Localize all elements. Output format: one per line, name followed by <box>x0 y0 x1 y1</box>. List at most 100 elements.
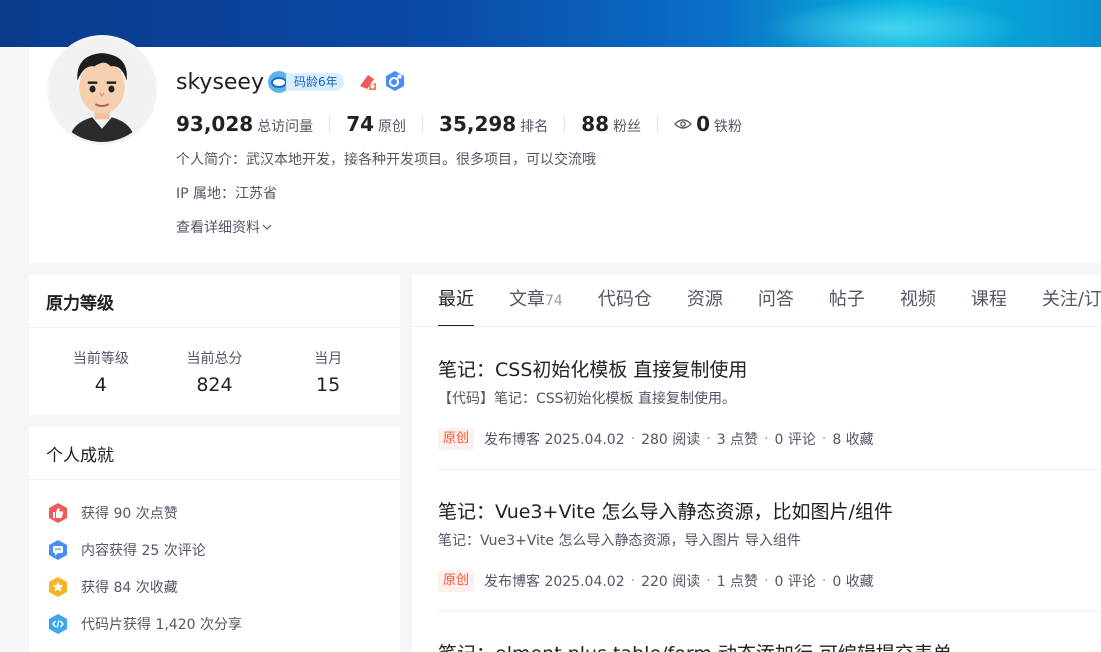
article-likes: 3 点赞 <box>716 432 759 448</box>
original-tag: 原创 <box>438 428 475 450</box>
view-details-link[interactable]: 查看详细资料 <box>176 217 272 237</box>
article-title[interactable]: 笔记：CSS初始化模板 直接复制使用 <box>438 355 1101 382</box>
star-icon <box>49 576 67 597</box>
tab-follow-label: 关注/订阅 <box>1041 289 1101 310</box>
stat-iron-fans-label: 铁粉 <box>713 119 742 135</box>
article-description: 【代码】笔记：CSS初始化模板 直接复制使用。 <box>438 391 736 407</box>
stat-original[interactable]: 74 原创 <box>346 112 406 136</box>
view-details-label: 查看详细资料 <box>176 220 260 236</box>
gender-male-icon <box>386 71 404 91</box>
achievement-item: 内容获得 25 次评论 <box>47 531 400 568</box>
achievement-item: 获得 90 次点赞 <box>47 494 400 531</box>
tab-resources-label: 资源 <box>686 289 723 310</box>
article-item[interactable]: 笔记：elment plus table/form 动态添加行 可编辑提交表单 <box>438 639 1101 652</box>
achievement-likes-text: 获得 90 次点赞 <box>81 505 178 522</box>
level-panel: 原力等级 当前等级 4 当前总分 824 当月 15 <box>29 275 400 415</box>
article-title[interactable]: 笔记：Vue3+Vite 怎么导入静态资源，比如图片/组件 <box>438 497 1101 524</box>
content-tabs: 最近 文章74 代码仓 资源 问答 帖子 视频 课程 关注/订阅 <box>412 275 1101 327</box>
code-age-badge[interactable]: 码龄6年 <box>268 71 344 93</box>
stat-rank[interactable]: 35,298 排名 <box>439 112 548 136</box>
achievement-item: 获得 84 次收藏 <box>47 568 400 605</box>
avatar[interactable] <box>47 35 157 145</box>
ip-location: IP 属地：江苏省 <box>176 186 278 202</box>
stat-iron-fans-number: 0 <box>696 112 710 136</box>
tab-videos-label: 视频 <box>899 289 936 310</box>
tab-articles[interactable]: 文章74 <box>509 275 563 326</box>
stat-divider <box>422 116 424 132</box>
tab-qa-label: 问答 <box>757 289 794 310</box>
achievements-panel: 个人成就 获得 90 次点赞 内容获得 25 次评论 获得 84 次收藏 代码片… <box>29 427 400 652</box>
article-date: 发布博客 2025.04.02 <box>484 432 625 448</box>
tab-articles-label: 文章 <box>509 289 545 310</box>
stat-visits-number: 93,028 <box>176 112 254 136</box>
article-date: 发布博客 2025.04.02 <box>484 574 625 590</box>
tab-courses-label: 课程 <box>970 289 1007 310</box>
stat-divider <box>564 116 566 132</box>
achievement-favorites-text: 获得 84 次收藏 <box>81 579 178 596</box>
article-title[interactable]: 笔记：elment plus table/form 动态添加行 可编辑提交表单 <box>438 639 1101 652</box>
level-month: 当月 15 <box>278 348 378 396</box>
article-reads: 220 阅读 <box>641 574 701 590</box>
tab-code-repo[interactable]: 代码仓 <box>598 275 652 326</box>
profile-stats: 93,028 总访问量 74 原创 35,298 排名 88 粉丝 0 铁粉 <box>176 112 742 136</box>
tab-follow[interactable]: 关注/订阅 <box>1042 275 1101 326</box>
top-banner <box>0 0 1101 47</box>
level-current-value: 4 <box>94 374 107 396</box>
original-tag: 原创 <box>438 570 475 592</box>
stat-visits[interactable]: 93,028 总访问量 <box>176 112 313 136</box>
stat-original-label: 原创 <box>378 119 407 135</box>
stat-fans-label: 粉丝 <box>613 119 642 135</box>
chevron-down-icon <box>262 224 272 230</box>
article-likes: 1 点赞 <box>716 574 759 590</box>
profile-bio: 个人简介：武汉本地开发，接各种开发项目。很多项目，可以交流哦 <box>176 152 596 168</box>
thumbs-up-icon <box>49 502 67 523</box>
article-meta: 原创 发布博客 2025.04.02 · 280 阅读 · 3 点赞 · 0 评论 · … <box>438 428 1101 450</box>
level-panel-title: 原力等级 <box>29 275 400 328</box>
tab-resources[interactable]: 资源 <box>687 275 723 326</box>
comment-icon <box>49 539 67 560</box>
code-age-label: 码龄6年 <box>286 73 344 91</box>
level-current-label: 当前等级 <box>72 351 129 367</box>
content-panel: 最近 文章74 代码仓 资源 问答 帖子 视频 课程 关注/订阅 笔记：CSS初… <box>412 275 1101 652</box>
achievement-item: 代码片获得 1,420 次分享 <box>47 605 400 642</box>
tab-courses[interactable]: 课程 <box>971 275 1007 326</box>
stat-fans-number: 88 <box>581 112 610 136</box>
achievement-shares-text: 代码片获得 1,420 次分享 <box>81 616 242 633</box>
article-favorites: 0 收藏 <box>832 574 874 590</box>
stat-fans[interactable]: 88 粉丝 <box>581 112 641 136</box>
tab-recent[interactable]: 最近 <box>438 275 474 326</box>
article-comments: 0 评论 <box>774 432 816 448</box>
level-month-value: 15 <box>316 374 341 396</box>
tab-code-repo-label: 代码仓 <box>597 289 652 310</box>
stat-visits-label: 总访问量 <box>257 119 314 135</box>
level-total-score: 当前总分 824 <box>164 348 264 396</box>
tab-recent-label: 最近 <box>438 289 474 310</box>
eye-icon <box>674 119 692 129</box>
tab-qa[interactable]: 问答 <box>758 275 794 326</box>
level-current: 当前等级 4 <box>51 348 151 396</box>
username: skyseey <box>176 70 264 95</box>
stat-original-number: 74 <box>346 112 375 136</box>
tab-posts[interactable]: 帖子 <box>829 275 865 326</box>
achievement-comments-text: 内容获得 25 次评论 <box>81 542 206 559</box>
article-description: 笔记：Vue3+Vite 怎么导入静态资源，导入图片 导入组件 <box>438 533 801 549</box>
level-month-label: 当月 <box>314 351 343 367</box>
code-icon <box>49 613 67 634</box>
tab-articles-count: 74 <box>545 293 563 309</box>
article-reads: 280 阅读 <box>641 432 701 448</box>
article-meta: 原创 发布博客 2025.04.02 · 220 阅读 · 1 点赞 · 0 评论 · … <box>438 570 1101 592</box>
stat-rank-label: 排名 <box>520 119 549 135</box>
article-item[interactable]: 笔记：Vue3+Vite 怎么导入静态资源，比如图片/组件 笔记：Vue3+Vi… <box>438 497 1101 612</box>
article-item[interactable]: 笔记：CSS初始化模板 直接复制使用 【代码】笔记：CSS初始化模板 直接复制使… <box>438 355 1101 470</box>
tab-videos[interactable]: 视频 <box>900 275 936 326</box>
stat-divider <box>329 116 331 132</box>
stat-divider <box>657 116 659 132</box>
stat-rank-number: 35,298 <box>439 112 517 136</box>
achievements-title: 个人成就 <box>29 427 400 480</box>
level-total-label: 当前总分 <box>186 351 243 367</box>
article-favorites: 8 收藏 <box>832 432 874 448</box>
article-comments: 0 评论 <box>774 574 816 590</box>
stat-iron-fans[interactable]: 0 铁粉 <box>674 112 742 136</box>
tab-posts-label: 帖子 <box>828 289 865 310</box>
honor-badge-icon[interactable] <box>357 71 379 93</box>
